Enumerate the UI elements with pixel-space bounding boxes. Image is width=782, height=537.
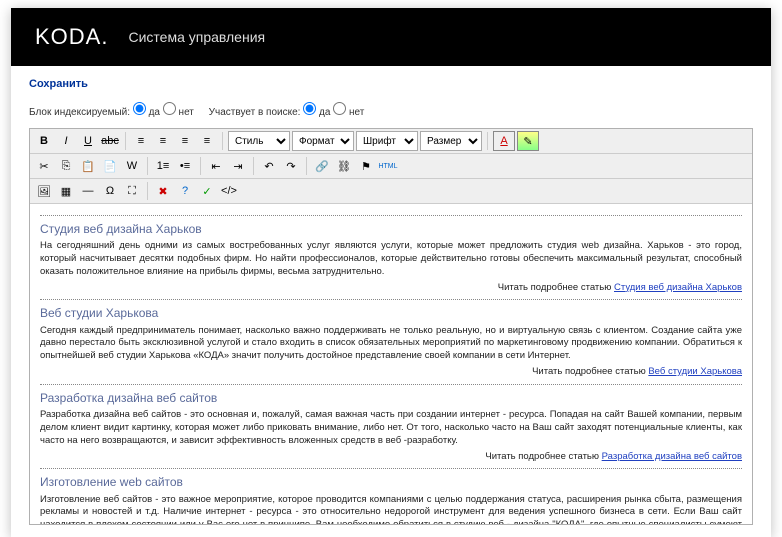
toolbar-row-1: B I U abc ≡ ≡ ≡ ≡ Стиль Формат Шрифт Раз… — [30, 129, 752, 154]
font-select[interactable]: Шрифт — [356, 131, 418, 151]
editor-content[interactable]: Студия веб дизайна Харьков На сегодняшни… — [30, 204, 752, 524]
strike-button[interactable]: abc — [100, 131, 120, 151]
article-title: Веб студии Харькова — [40, 305, 742, 321]
logo: KODA. — [35, 24, 108, 50]
search-no-radio[interactable] — [333, 102, 346, 115]
search-yes-radio[interactable] — [303, 102, 316, 115]
html-button[interactable]: HTML — [378, 156, 398, 176]
underline-button[interactable]: U — [78, 131, 98, 151]
search-yes-label: да — [319, 107, 330, 118]
read-more-label: Читать подробнее статью — [485, 451, 599, 462]
read-more-link[interactable]: Студия веб дизайна Харьков — [614, 282, 742, 293]
align-justify-button[interactable]: ≡ — [197, 131, 217, 151]
bg-color-button[interactable]: ✎ — [517, 131, 539, 151]
article: Разработка дизайна веб сайтов Разработка… — [40, 390, 742, 463]
remove-format-button[interactable]: ✖ — [153, 181, 173, 201]
article-text: Разработка дизайна веб сайтов - это осно… — [40, 409, 742, 447]
image-button[interactable]: 🖼 — [34, 181, 54, 201]
indexable-yes-radio[interactable] — [133, 102, 146, 115]
search-no-label: нет — [349, 107, 364, 118]
article-text: На сегодняшний день одними из самых вост… — [40, 240, 742, 278]
indexable-label: Блок индексируемый: — [29, 107, 130, 118]
align-center-button[interactable]: ≡ — [153, 131, 173, 151]
toolbar-row-2: ✂ ⎘ 📋 📄 W 1≡ •≡ ⇤ ⇥ ↶ ↷ 🔗 ⛓ ⚑ HTML — [30, 154, 752, 179]
wysiwyg-editor: B I U abc ≡ ≡ ≡ ≡ Стиль Формат Шрифт Раз… — [29, 128, 753, 525]
read-more-link[interactable]: Веб студии Харькова — [648, 366, 742, 377]
copy-button[interactable]: ⎘ — [56, 156, 76, 176]
search-label: Участвует в поиске: — [209, 107, 301, 118]
bold-button[interactable]: B — [34, 131, 54, 151]
outdent-button[interactable]: ⇤ — [206, 156, 226, 176]
indexable-no-radio[interactable] — [163, 102, 176, 115]
check-button[interactable]: ✓ — [197, 181, 217, 201]
indexable-yes-label: да — [149, 107, 160, 118]
paste-button[interactable]: 📋 — [78, 156, 98, 176]
article-title: Студия веб дизайна Харьков — [40, 221, 742, 237]
toolbar-row-3: 🖼 ▦ — Ω ⛶ ✖ ? ✓ </> — [30, 179, 752, 204]
cut-button[interactable]: ✂ — [34, 156, 54, 176]
article: Веб студии Харькова Сегодня каждый предп… — [40, 305, 742, 378]
read-more-label: Читать подробнее статью — [532, 366, 646, 377]
options-row: Блок индексируемый: да нет Участвует в п… — [29, 102, 753, 118]
article-title: Разработка дизайна веб сайтов — [40, 390, 742, 406]
article-title: Изготовление web сайтов — [40, 474, 742, 490]
indent-button[interactable]: ⇥ — [228, 156, 248, 176]
fullscreen-button[interactable]: ⛶ — [122, 181, 142, 201]
align-left-button[interactable]: ≡ — [131, 131, 151, 151]
article: Изготовление web сайтов Изготовление веб… — [40, 474, 742, 524]
anchor-button[interactable]: ⚑ — [356, 156, 376, 176]
indexable-no-label: нет — [179, 107, 194, 118]
unlink-button[interactable]: ⛓ — [334, 156, 354, 176]
special-char-button[interactable]: Ω — [100, 181, 120, 201]
help-button[interactable]: ? — [175, 181, 195, 201]
style-select[interactable]: Стиль — [228, 131, 290, 151]
article: Студия веб дизайна Харьков На сегодняшни… — [40, 221, 742, 294]
undo-button[interactable]: ↶ — [259, 156, 279, 176]
align-right-button[interactable]: ≡ — [175, 131, 195, 151]
link-button[interactable]: 🔗 — [312, 156, 332, 176]
size-select[interactable]: Размер — [420, 131, 482, 151]
article-text: Изготовление веб сайтов - это важное мер… — [40, 494, 742, 525]
table-button[interactable]: ▦ — [56, 181, 76, 201]
paste-text-button[interactable]: 📄 — [100, 156, 120, 176]
unordered-list-button[interactable]: •≡ — [175, 156, 195, 176]
read-more-label: Читать подробнее статью — [498, 282, 612, 293]
source-button[interactable]: </> — [219, 181, 239, 201]
read-more-link[interactable]: Разработка дизайна веб сайтов — [602, 451, 742, 462]
italic-button[interactable]: I — [56, 131, 76, 151]
app-header: KODA. Система управления — [11, 8, 771, 66]
hr-button[interactable]: — — [78, 181, 98, 201]
paste-word-button[interactable]: W — [122, 156, 142, 176]
header-subtitle: Система управления — [128, 29, 265, 45]
text-color-button[interactable]: A — [493, 131, 515, 151]
ordered-list-button[interactable]: 1≡ — [153, 156, 173, 176]
save-button[interactable]: Сохранить — [29, 78, 88, 90]
article-text: Сегодня каждый предприниматель понимает,… — [40, 325, 742, 363]
format-select[interactable]: Формат — [292, 131, 354, 151]
redo-button[interactable]: ↷ — [281, 156, 301, 176]
